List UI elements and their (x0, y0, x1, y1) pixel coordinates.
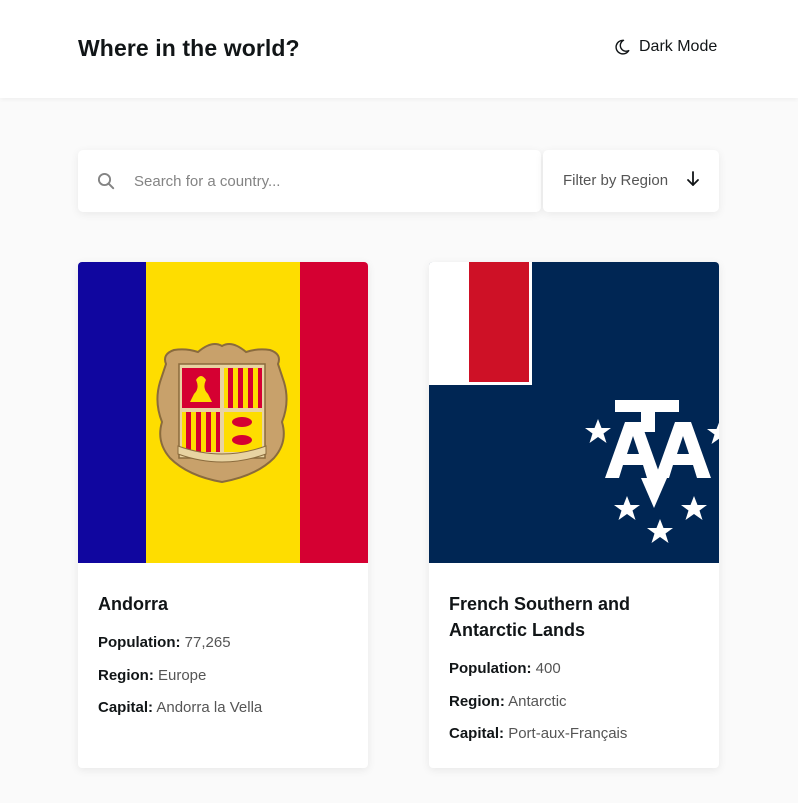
capital-value: Port-aux-Français (508, 725, 628, 742)
capital-label: Capital: (98, 699, 154, 716)
country-name: French Southern and Antarctic Lands (449, 594, 631, 640)
country-card-french-southern-and-antarctic-lands[interactable]: French Southern and Antarctic Lands Popu… (429, 262, 719, 768)
population-label: Population: (449, 660, 532, 677)
region-stat: Region: Europe (98, 666, 352, 686)
region-label: Region: (98, 666, 154, 684)
andorra-coat-of-arms (156, 343, 288, 484)
moon-icon (615, 39, 630, 55)
capital-stat: Capital: Port-aux-Français (449, 724, 703, 744)
country-name: Andorra (98, 594, 169, 614)
dark-mode-label: Dark Mode (639, 38, 718, 55)
card-body: Andorra Population: 77,265 Region: Europ… (98, 591, 352, 731)
arrow-down-icon (687, 171, 699, 186)
french-southern-and-antarctic-lands-flag (429, 262, 719, 563)
population-stat: Population: 400 (449, 659, 703, 679)
population-value: 77,265 (184, 634, 231, 651)
card-body: French Southern and Antarctic Lands Popu… (449, 591, 703, 757)
capital-stat: Capital: Andorra la Vella (98, 698, 352, 718)
region-label: Region: (449, 692, 505, 710)
region-value: Europe (158, 666, 207, 684)
region-value: Antarctic (508, 692, 567, 710)
population-stat: Population: 77,265 (98, 633, 352, 653)
region-filter-dropdown[interactable]: Filter by Region (543, 150, 719, 212)
country-card-andorra[interactable]: Andorra Population: 77,265 Region: Europ… (78, 262, 368, 768)
capital-value: Andorra la Vella (156, 699, 263, 716)
region-stat: Region: Antarctic (449, 692, 703, 712)
search-icon (97, 172, 115, 190)
search-box[interactable] (78, 150, 541, 212)
filter-label: Filter by Region (563, 172, 669, 189)
andorra-flag (78, 262, 368, 563)
capital-label: Capital: (449, 725, 505, 742)
header: Where in the world? Dark Mode (0, 0, 798, 98)
population-label: Population: (98, 634, 181, 651)
population-value: 400 (535, 660, 561, 677)
dark-mode-toggle[interactable]: Dark Mode (614, 38, 717, 56)
app-title: Where in the world? (78, 35, 300, 61)
search-input[interactable] (134, 150, 524, 212)
